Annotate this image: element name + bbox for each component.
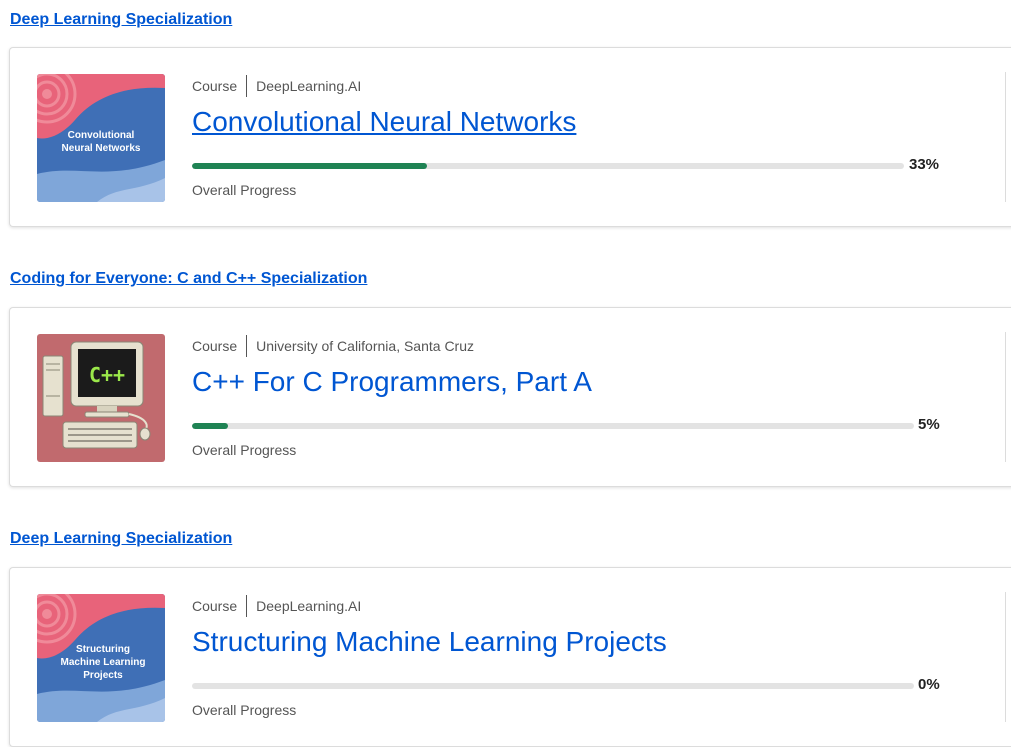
specialization-link[interactable]: Deep Learning Specialization <box>10 530 232 548</box>
course-meta: Course DeepLearning.AI <box>192 75 361 97</box>
progress-fill <box>192 163 427 169</box>
course-title-link[interactable]: Structuring Machine Learning Projects <box>192 626 667 658</box>
course-meta: Course DeepLearning.AI <box>192 595 361 617</box>
item-type-label: Course <box>192 78 238 94</box>
course-card: C++ Course University of California, San… <box>9 307 1011 487</box>
specialization-link[interactable]: Coding for Everyone: C and C++ Specializ… <box>10 270 367 288</box>
course-title-link[interactable]: C++ For C Programmers, Part A <box>192 366 592 398</box>
progress-caption: Overall Progress <box>192 702 297 718</box>
thumbnail-line: Projects <box>83 670 123 681</box>
card-divider <box>1005 592 1006 722</box>
deeplearning-thumbnail-art: Convolutional Neural Networks <box>37 74 165 202</box>
progress-percent: 5% <box>918 416 940 433</box>
course-card: Convolutional Neural Networks Course Dee… <box>9 47 1011 227</box>
progress-percent: 33% <box>909 156 940 173</box>
course-meta: Course University of California, Santa C… <box>192 335 474 357</box>
partner-name: DeepLearning.AI <box>256 598 362 614</box>
progress-caption: Overall Progress <box>192 442 297 458</box>
progress-bar <box>192 683 914 689</box>
thumbnail-line: Machine Learning <box>60 657 145 668</box>
thumbnail-screen-text: C++ <box>89 363 125 387</box>
computer-thumbnail-art: C++ <box>37 334 165 462</box>
partner-name: University of California, Santa Cruz <box>256 338 475 354</box>
item-type-label: Course <box>192 598 238 614</box>
meta-separator <box>246 75 248 97</box>
item-type-label: Course <box>192 338 238 354</box>
meta-separator <box>246 595 248 617</box>
course-title-link[interactable]: Convolutional Neural Networks <box>192 106 576 138</box>
card-divider <box>1005 72 1006 202</box>
course-thumbnail[interactable]: Convolutional Neural Networks <box>37 74 165 202</box>
specialization-link[interactable]: Deep Learning Specialization <box>10 11 232 29</box>
progress-percent: 0% <box>918 676 940 693</box>
progress-bar <box>192 163 904 169</box>
thumbnail-line: Structuring <box>76 644 130 655</box>
thumbnail-line: Convolutional <box>68 130 135 141</box>
course-thumbnail[interactable]: C++ <box>37 334 165 462</box>
partner-name: DeepLearning.AI <box>256 78 362 94</box>
progress-fill <box>192 423 229 429</box>
thumbnail-line: Neural Networks <box>62 143 141 154</box>
progress-bar <box>192 423 914 429</box>
course-thumbnail[interactable]: Structuring Machine Learning Projects <box>37 594 165 722</box>
deeplearning-thumbnail-art: Structuring Machine Learning Projects <box>37 594 165 722</box>
progress-caption: Overall Progress <box>192 182 297 198</box>
meta-separator <box>246 335 248 357</box>
course-card: Structuring Machine Learning Projects Co… <box>9 567 1011 747</box>
card-divider <box>1005 332 1006 462</box>
